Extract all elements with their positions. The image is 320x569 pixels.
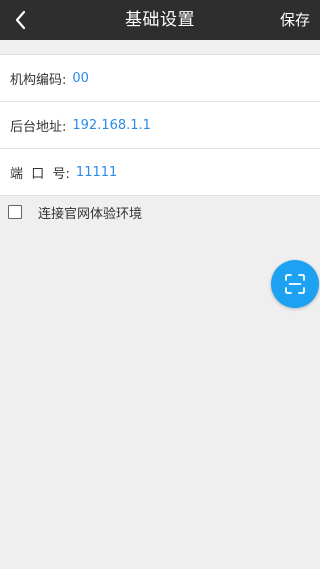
experience-label: 连接官网体验环境 <box>38 206 143 222</box>
settings-form: 机构编码: 00 后台地址: 192.168.1.1 端 口 号: 11111 <box>0 54 320 196</box>
experience-toggle-row[interactable]: 连接官网体验环境 <box>8 203 143 222</box>
port-value[interactable]: 11111 <box>76 165 117 180</box>
org-code-label: 机构编码: <box>10 72 67 88</box>
scan-icon <box>285 274 305 294</box>
port-label: 端 口 号: <box>10 166 70 182</box>
server-address-label: 后台地址: <box>10 119 67 135</box>
port-row[interactable]: 端 口 号: 11111 <box>0 148 320 195</box>
org-code-value[interactable]: 00 <box>72 71 89 86</box>
server-address-row[interactable]: 后台地址: 192.168.1.1 <box>0 101 320 148</box>
scan-button[interactable] <box>271 260 319 308</box>
top-bar: 基础设置 保存 <box>0 0 320 40</box>
experience-checkbox[interactable] <box>8 205 22 219</box>
page-title: 基础设置 <box>125 10 195 30</box>
save-button[interactable]: 保存 <box>280 0 310 40</box>
org-code-row[interactable]: 机构编码: 00 <box>0 55 320 101</box>
server-address-value[interactable]: 192.168.1.1 <box>72 118 151 133</box>
